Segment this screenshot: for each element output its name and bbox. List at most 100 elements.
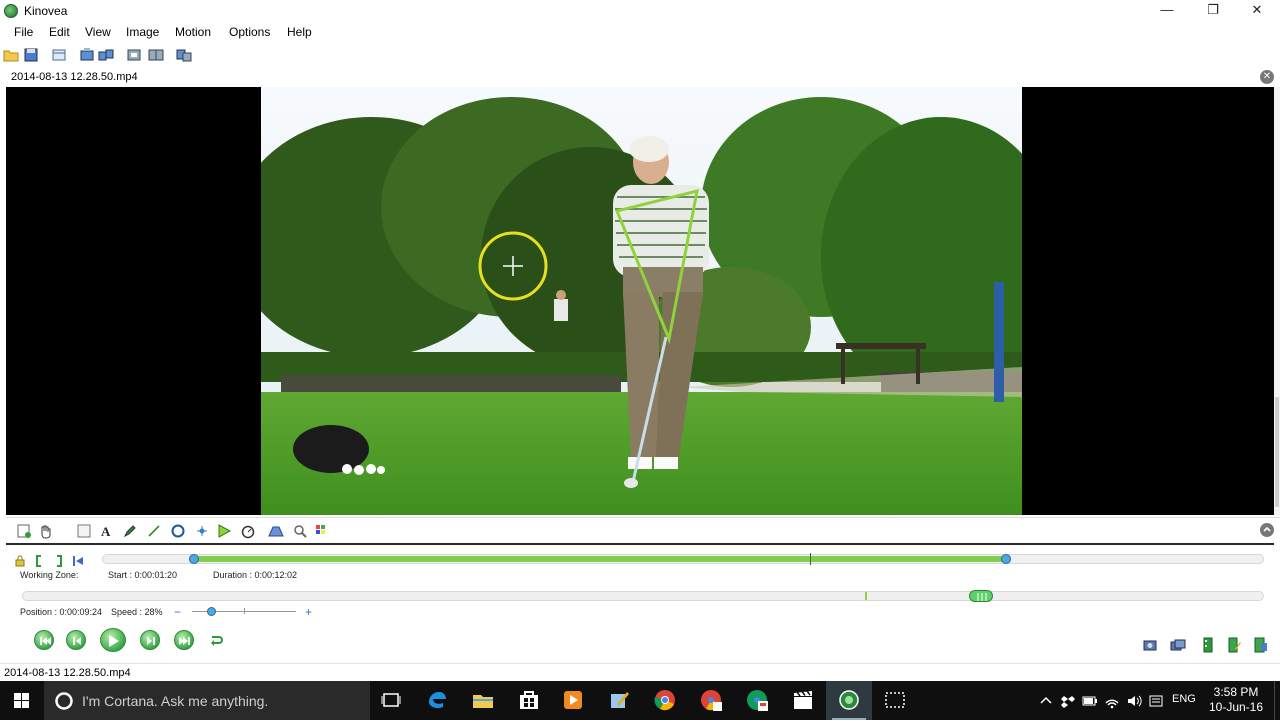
menu-image[interactable]: Image — [126, 25, 159, 39]
battery-icon[interactable] — [1082, 693, 1098, 709]
chrome-app-icon — [747, 690, 768, 711]
chevron-up-icon — [1263, 526, 1271, 532]
previous-frame-button[interactable] — [66, 630, 86, 650]
chronometer-tool-icon[interactable] — [240, 523, 256, 539]
perspective-grid-tool-icon[interactable] — [268, 523, 284, 539]
open-folder-icon[interactable] — [3, 47, 19, 63]
taskbar-snipping-tool[interactable] — [872, 681, 918, 720]
hand-tool-icon[interactable] — [38, 523, 54, 539]
wifi-icon[interactable] — [1104, 693, 1120, 709]
show-hidden-icons-chevron-icon[interactable] — [1038, 693, 1054, 709]
menu-help[interactable]: Help — [287, 25, 312, 39]
taskbar-chrome-app[interactable] — [734, 681, 780, 720]
show-desktop-button[interactable] — [1274, 681, 1280, 720]
zone-start-bracket-icon[interactable] — [34, 555, 44, 567]
pencil-tool-icon[interactable] — [122, 523, 138, 539]
close-window-button[interactable]: ✕ — [1234, 0, 1280, 22]
export-edit-icon[interactable] — [1226, 637, 1242, 653]
working-zone-track[interactable] — [102, 553, 1264, 565]
close-video-button[interactable]: ✕ — [1260, 70, 1274, 84]
menu-view[interactable]: View — [85, 25, 111, 39]
menu-file[interactable]: File — [14, 25, 33, 39]
chrome-icon — [654, 690, 675, 711]
minimize-button[interactable]: — — [1144, 0, 1190, 22]
taskbar-chrome[interactable] — [642, 681, 688, 720]
taskbar-movie-maker[interactable] — [780, 681, 826, 720]
save-video-icon[interactable] — [1200, 637, 1216, 653]
go-to-start-button[interactable] — [34, 630, 54, 650]
notifications-icon[interactable] — [1148, 693, 1164, 709]
next-frame-button[interactable] — [140, 630, 160, 650]
working-zone-marker — [810, 553, 811, 565]
go-to-end-button[interactable] — [174, 630, 194, 650]
video-frame[interactable] — [261, 87, 1022, 515]
position-track[interactable] — [22, 590, 1264, 602]
taskbar-kinovea[interactable] — [826, 681, 872, 720]
menu-edit[interactable]: Edit — [49, 25, 70, 39]
speed-label: Speed : 28% — [111, 607, 163, 617]
taskbar-media-player[interactable] — [550, 681, 596, 720]
taskbar-store[interactable] — [506, 681, 552, 720]
taskbar-clock[interactable]: 3:58 PM 10-Jun-16 — [1206, 685, 1266, 715]
circle-tool-icon[interactable] — [170, 523, 186, 539]
angle-tool-icon[interactable] — [216, 523, 232, 539]
save-icon[interactable] — [23, 47, 39, 63]
line-tool-icon[interactable] — [146, 523, 162, 539]
language-indicator[interactable]: ENG — [1172, 693, 1196, 705]
zone-reset-icon[interactable] — [72, 555, 84, 567]
file-browser-icon[interactable] — [51, 47, 67, 63]
collapse-panel-button[interactable] — [1260, 523, 1274, 537]
status-bar: 2014-08-13 12.28.50.mp4 — [0, 663, 1280, 681]
text-tool-icon[interactable]: A — [98, 523, 114, 539]
speed-decrease-button[interactable]: − — [174, 605, 181, 619]
volume-icon[interactable] — [1126, 693, 1142, 709]
sequence-snapshot-icon[interactable] — [1170, 637, 1186, 653]
menu-options[interactable]: Options — [229, 25, 270, 39]
snapshot-icon[interactable] — [1142, 637, 1158, 653]
video-viewport[interactable] — [6, 87, 1274, 515]
capture-screen-icon[interactable] — [126, 47, 142, 63]
mixed-screen-icon[interactable] — [176, 47, 192, 63]
speed-increase-button[interactable]: + — [305, 605, 312, 619]
zone-end-bracket-icon[interactable] — [54, 555, 64, 567]
cortana-placeholder: I'm Cortana. Ask me anything. — [82, 693, 269, 709]
loop-icon[interactable] — [208, 632, 224, 648]
working-zone-start-handle[interactable] — [188, 554, 199, 564]
add-keyframe-icon[interactable] — [16, 523, 32, 539]
color-palette-icon[interactable] — [314, 523, 330, 539]
cortana-search-box[interactable]: I'm Cortana. Ask me anything. — [44, 681, 370, 720]
maximize-button[interactable]: ❐ — [1190, 0, 1236, 22]
position-label: Position : 0:00:09:24 — [20, 607, 103, 617]
taskbar-paint[interactable] — [596, 681, 642, 720]
working-zone-range[interactable] — [193, 556, 1006, 562]
speed-slider-thumb[interactable] — [206, 607, 216, 616]
playback-control-panel: Working Zone: Start : 0:00:01:20 Duratio… — [6, 543, 1274, 661]
working-zone-end-handle[interactable] — [1000, 554, 1011, 564]
status-file-name: 2014-08-13 12.28.50.mp4 — [4, 667, 131, 679]
step-forward-icon — [147, 637, 155, 645]
taskbar-edge[interactable] — [414, 681, 460, 720]
magnifier-tool-icon[interactable] — [292, 523, 308, 539]
single-screen-icon[interactable] — [79, 47, 95, 63]
comment-tool-icon[interactable] — [76, 523, 92, 539]
dual-screen-icon[interactable] — [98, 47, 114, 63]
task-view-button[interactable] — [368, 681, 414, 720]
play-button[interactable] — [100, 628, 126, 652]
cross-marker-tool-icon[interactable] — [194, 523, 210, 539]
menu-motion[interactable]: Motion — [175, 25, 211, 39]
video-file-name: 2014-08-13 12.28.50.mp4 — [11, 71, 138, 83]
dropbox-icon[interactable] — [1060, 693, 1076, 709]
working-zone-label: Working Zone: — [20, 570, 79, 580]
position-cursor[interactable] — [969, 590, 994, 602]
speed-slider[interactable] — [192, 607, 296, 616]
lock-zone-icon[interactable] — [14, 555, 26, 567]
start-button[interactable] — [0, 681, 44, 720]
play-icon — [109, 635, 119, 647]
export-diaporama-icon[interactable] — [1252, 637, 1268, 653]
media-player-icon — [564, 691, 582, 709]
taskbar-chrome-profile[interactable] — [688, 681, 734, 720]
dual-capture-icon[interactable] — [148, 47, 164, 63]
taskbar-file-explorer[interactable] — [460, 681, 506, 720]
video-scrollbar[interactable] — [1274, 87, 1280, 515]
windows-taskbar: I'm Cortana. Ask me anything. ENG 3:58 P… — [0, 681, 1280, 720]
